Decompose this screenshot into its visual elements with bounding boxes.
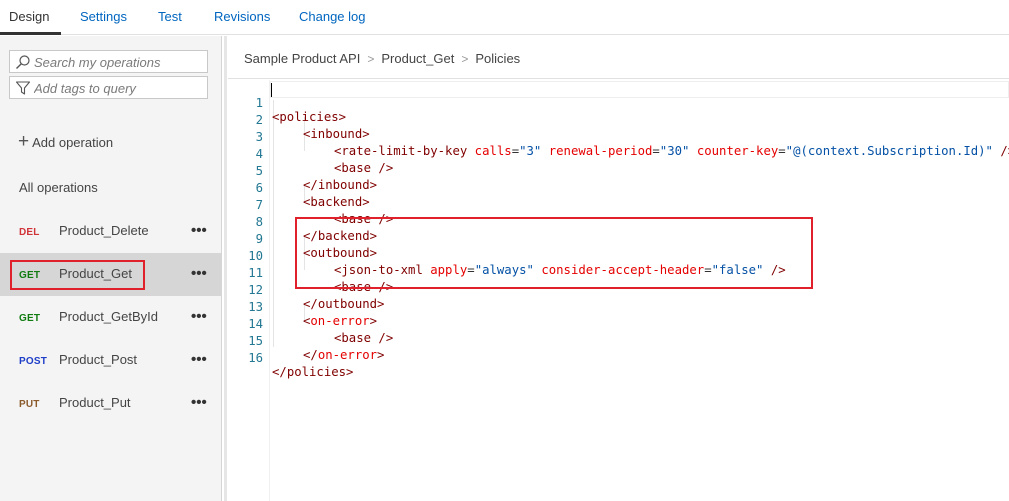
operation-item-product-post[interactable]: POST Product_Post •••: [0, 339, 222, 382]
highlight-box-outbound-block: [295, 217, 813, 289]
http-verb-badge: GET: [19, 313, 41, 324]
operations-sidebar: + Add operation All operations DEL Produ…: [0, 36, 222, 501]
all-operations-label[interactable]: All operations: [19, 180, 98, 195]
tags-input[interactable]: [34, 79, 204, 97]
tab-revisions[interactable]: Revisions: [214, 9, 270, 24]
code-line: 1 <policies>: [228, 82, 1009, 124]
code-line: 5 </inbound>: [228, 150, 1009, 192]
code-text: </policies>: [272, 365, 353, 379]
breadcrumb-api[interactable]: Sample Product API: [244, 51, 360, 66]
http-verb-badge: POST: [19, 356, 48, 367]
breadcrumb-separator: >: [461, 51, 469, 66]
http-verb-badge: PUT: [19, 399, 40, 410]
code-line: 2 <inbound>: [228, 99, 1009, 141]
tag-open: </: [272, 365, 287, 379]
filter-icon: [15, 81, 31, 95]
code-line: 7 <base />: [228, 184, 1009, 226]
sidebar-splitter[interactable]: [224, 36, 227, 501]
code-line: 3 <rate-limit-by-key calls="3" renewal-p…: [228, 116, 1009, 158]
policy-code-editor[interactable]: 1 <policies> 2 <inbound> 3 <rate-limit-b…: [228, 80, 1009, 501]
operation-name: Product_Post: [59, 352, 138, 367]
breadcrumb: Sample Product API > Product_Get > Polic…: [244, 51, 520, 66]
code-line: 16 </policies>: [228, 337, 1009, 379]
breadcrumb-operation[interactable]: Product_Get: [381, 51, 454, 66]
operation-item-product-delete[interactable]: DEL Product_Delete •••: [0, 210, 222, 253]
header-divider: [228, 78, 1009, 79]
more-options-icon[interactable]: •••: [191, 351, 207, 368]
tab-change-log[interactable]: Change log: [299, 9, 366, 24]
tags-query-field[interactable]: [9, 76, 208, 99]
http-verb-badge: DEL: [19, 227, 40, 238]
tag-close: >: [346, 365, 354, 379]
code-line: 4 <base />: [228, 133, 1009, 175]
search-icon: [16, 55, 30, 69]
tab-settings[interactable]: Settings: [80, 9, 127, 24]
operation-name: Product_Delete: [59, 223, 149, 238]
more-options-icon[interactable]: •••: [191, 222, 207, 239]
plus-icon: +: [18, 131, 30, 152]
search-operations-field[interactable]: [9, 50, 208, 73]
operation-name: Product_GetById: [59, 309, 158, 324]
active-tab-indicator: [0, 32, 61, 35]
top-tab-bar: Design Settings Test Revisions Change lo…: [0, 0, 1009, 35]
add-operation-label: Add operation: [32, 134, 114, 150]
operation-name: Product_Put: [59, 395, 131, 410]
operation-item-product-put[interactable]: PUT Product_Put •••: [0, 382, 222, 425]
breadcrumb-separator: >: [367, 51, 375, 66]
more-options-icon[interactable]: •••: [191, 394, 207, 411]
tab-design[interactable]: Design: [9, 9, 49, 24]
breadcrumb-section: Policies: [475, 51, 521, 66]
more-options-icon[interactable]: •••: [191, 308, 207, 325]
code-line: 6 <backend>: [228, 167, 1009, 209]
search-input[interactable]: [34, 53, 204, 71]
operation-item-product-getbyid[interactable]: GET Product_GetById •••: [0, 296, 222, 339]
code-line: 14 <base />: [228, 303, 1009, 345]
line-number: 16: [248, 351, 263, 365]
more-options-icon[interactable]: •••: [191, 265, 207, 282]
code-line: 15 </on-error>: [228, 320, 1009, 362]
code-line: 8 </backend>: [228, 201, 1009, 243]
add-operation-button[interactable]: + Add operation: [18, 132, 113, 152]
tab-test[interactable]: Test: [158, 9, 182, 24]
tag-name: policies: [286, 365, 347, 379]
highlight-box-selected-operation: [10, 260, 145, 290]
